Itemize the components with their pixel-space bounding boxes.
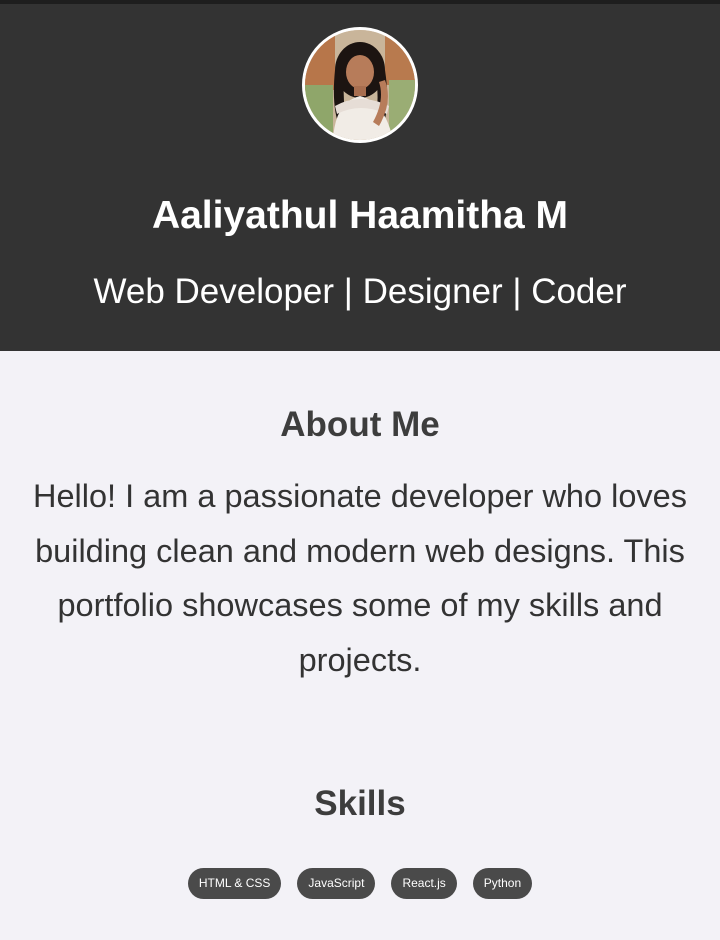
about-text: Hello! I am a passionate developer who l… [33,478,687,678]
main-content: About Me Hello! I am a passionate develo… [0,351,720,940]
skill-chip-python: Python [472,868,533,899]
profile-name: Aaliyathul Haamitha M [151,194,569,237]
profile-photo-icon [305,30,415,140]
skill-chip-html-css: HTML & CSS [187,868,282,899]
skill-chip-javascript: JavaScript [297,868,376,899]
skill-chip-reactjs: React.js [391,868,457,899]
profile-header: Aaliyathul Haamitha M Web Developer | De… [0,4,720,351]
avatar [302,27,418,143]
skills-heading: Skills [314,784,406,823]
profile-tagline: Web Developer | Designer | Coder [93,272,627,311]
about-heading: About Me [280,405,440,444]
skills-list: HTML & CSS JavaScript React.js Python [0,868,720,899]
